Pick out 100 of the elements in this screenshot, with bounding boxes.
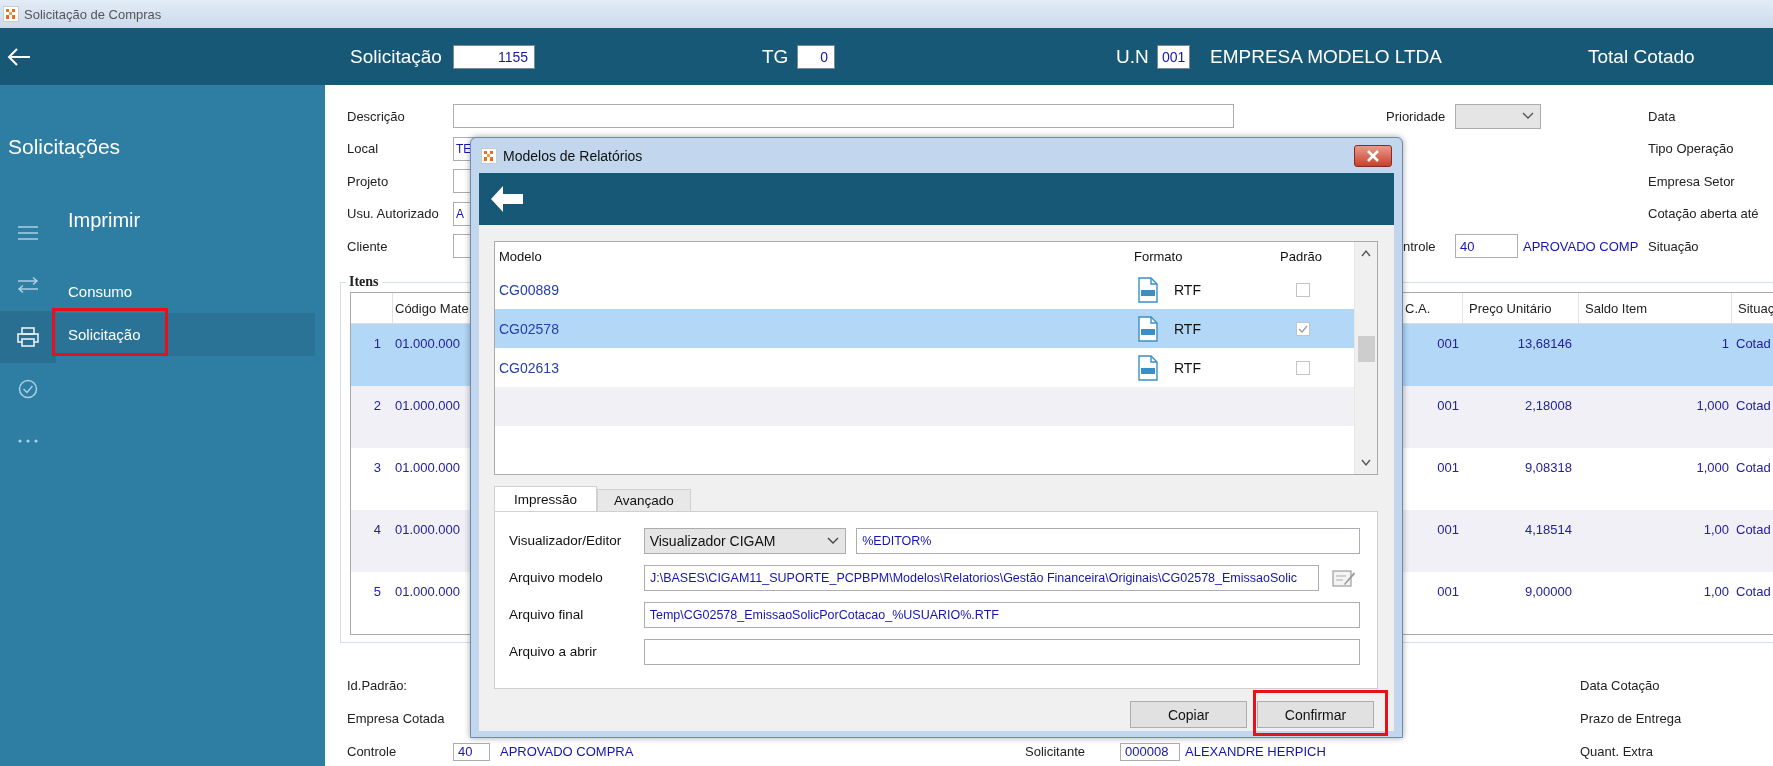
field-label: Quant. Extra — [1580, 744, 1654, 759]
table-cell-text: 001 — [1436, 335, 1460, 353]
table-cell: 01.000.000 — [395, 522, 461, 537]
viewer-dropdown[interactable]: Visualizador CIGAM — [643, 527, 847, 554]
column-header[interactable]: Situaç — [1732, 293, 1773, 323]
tab[interactable]: Impressão — [494, 486, 598, 511]
list-row[interactable]: CG00889 RTF — [495, 270, 1354, 309]
field-label: Arquivo final — [509, 607, 585, 622]
priority-dropdown[interactable] — [1455, 103, 1541, 129]
menu-icon[interactable] — [18, 226, 38, 240]
column-header[interactable]: Formato — [1130, 248, 1272, 264]
checkbox[interactable] — [1296, 321, 1310, 336]
text-field[interactable]: 000008 — [1120, 742, 1180, 761]
model-code: CG00889 — [498, 281, 560, 298]
chevron-down-icon — [1522, 112, 1534, 121]
field-label: U.N — [1116, 45, 1150, 68]
table-cell-text: 13,68146 — [1516, 335, 1573, 353]
printer-icon[interactable] — [17, 327, 39, 347]
format-text: RTF — [1174, 359, 1201, 376]
field-label: Solicitação — [350, 45, 443, 68]
header-field[interactable]: 001 — [1157, 44, 1190, 69]
table-cell-text: 001 — [1436, 459, 1460, 477]
table-cell-text: 9,08318 — [1524, 459, 1573, 477]
status-text: APROVADO COMPRA — [500, 744, 634, 759]
list-row[interactable]: CG02578 RTF — [495, 309, 1354, 348]
format-text: RTF — [1174, 281, 1201, 298]
table-cell-text: Cotad — [1735, 459, 1772, 477]
text-field[interactable]: %EDITOR% — [856, 527, 1360, 554]
field-label: Cotação aberta até — [1648, 206, 1760, 222]
field-label: Controle — [347, 744, 398, 759]
text-field[interactable]: Temp\CG02578_EmissaoSolicPorCotacao_%USUARIO%.RTF — [643, 601, 1360, 628]
field-label: Arquivo a abrir — [509, 644, 598, 659]
field-label: Prioridade — [1386, 108, 1447, 124]
total-label: Total Cotado — [1588, 45, 1696, 68]
table-cell-text: 2 — [372, 397, 382, 415]
back-icon[interactable] — [489, 184, 525, 214]
scrollbar-thumb[interactable] — [1357, 336, 1375, 362]
check-icon — [1298, 324, 1308, 333]
header-field[interactable]: 0 — [797, 44, 835, 69]
table-cell-text: 1,000 — [1695, 397, 1730, 415]
field-label: Id.Padrão: — [347, 678, 408, 693]
column-header[interactable]: Modelo — [495, 248, 1130, 264]
field-label: Arquivo modelo — [509, 570, 604, 585]
text-field[interactable]: 40 — [453, 742, 490, 761]
table-cell-text: Cotad — [1735, 335, 1772, 353]
check-circle-icon[interactable] — [18, 379, 38, 399]
format-text: RTF — [1174, 320, 1201, 337]
header-field[interactable]: 1155 — [453, 44, 535, 69]
document-icon — [1138, 354, 1158, 381]
table-cell: 01.000.000 — [395, 336, 461, 351]
checkbox[interactable] — [1296, 282, 1310, 297]
list-row[interactable]: CG02613 RTF — [495, 348, 1354, 387]
swap-icon[interactable] — [17, 277, 39, 293]
text-field[interactable] — [643, 638, 1360, 665]
table-cell-text: Cotad — [1735, 397, 1772, 415]
table-cell-text: 9,00000 — [1524, 583, 1573, 601]
field-label: Local — [347, 141, 380, 157]
document-icon — [1138, 315, 1158, 342]
requester-name: ALEXANDRE HERPICH — [1185, 744, 1326, 759]
field-label: Data — [1648, 108, 1677, 124]
field-label: Descrição — [347, 108, 406, 124]
company-name: EMPRESA MODELO LTDA — [1209, 45, 1443, 68]
table-cell-text: 001 — [1436, 521, 1460, 539]
text-field[interactable]: J:\BASES\CIGAM11_SUPORTE_PCPBPM\Modelos\Relatorios\Gestão Financeira\Originais\CG02578_EmissaoSolic — [644, 564, 1319, 591]
status-text: APROVADO COMP — [1523, 238, 1639, 254]
model-code: CG02613 — [498, 359, 560, 376]
app-icon — [3, 6, 19, 22]
table-cell-text: 1,00 — [1702, 583, 1730, 601]
tab[interactable]: Avançado — [597, 489, 691, 511]
table-cell-text: Cotad — [1735, 583, 1772, 601]
column-header[interactable]: Preço Unitário — [1463, 293, 1579, 323]
column-header[interactable]: Saldo Item — [1579, 293, 1732, 323]
table-cell-text: 1,000 — [1695, 459, 1730, 477]
sidebar-title: Solicitações — [7, 134, 122, 160]
table-cell-text: 3 — [372, 459, 382, 477]
window-title: Solicitação de Compras — [24, 6, 162, 22]
copy-button[interactable]: Copiar — [1130, 701, 1247, 728]
field-label: ntrole — [1402, 238, 1437, 254]
column-header[interactable]: Código Mate — [395, 300, 469, 316]
field-label: Empresa Setor — [1648, 173, 1736, 189]
section-title: Imprimir — [68, 208, 142, 233]
field-label: Projeto — [347, 173, 390, 189]
checkbox[interactable] — [1296, 360, 1310, 375]
text-field[interactable] — [453, 104, 1234, 129]
table-cell: 01.000.000 — [395, 398, 461, 413]
column-header[interactable]: Padrão — [1272, 248, 1354, 264]
table-cell-text: Cotad — [1735, 521, 1772, 539]
edit-icon[interactable] — [1332, 567, 1356, 588]
scrollbar[interactable] — [1354, 242, 1377, 474]
close-button[interactable] — [1354, 144, 1392, 167]
field-label: Situação — [1648, 238, 1700, 254]
more-icon[interactable] — [18, 439, 38, 443]
confirm-button[interactable]: Confirmar — [1257, 701, 1374, 728]
text-field[interactable]: 40 — [1455, 234, 1518, 259]
back-icon[interactable] — [6, 45, 32, 68]
close-icon — [1366, 149, 1380, 162]
table-cell-text: 1 — [1720, 335, 1730, 353]
sidebar-item[interactable]: Consumo — [56, 270, 315, 313]
table-cell-text: 001 — [1436, 583, 1460, 601]
table-cell-text: 4 — [372, 521, 382, 539]
